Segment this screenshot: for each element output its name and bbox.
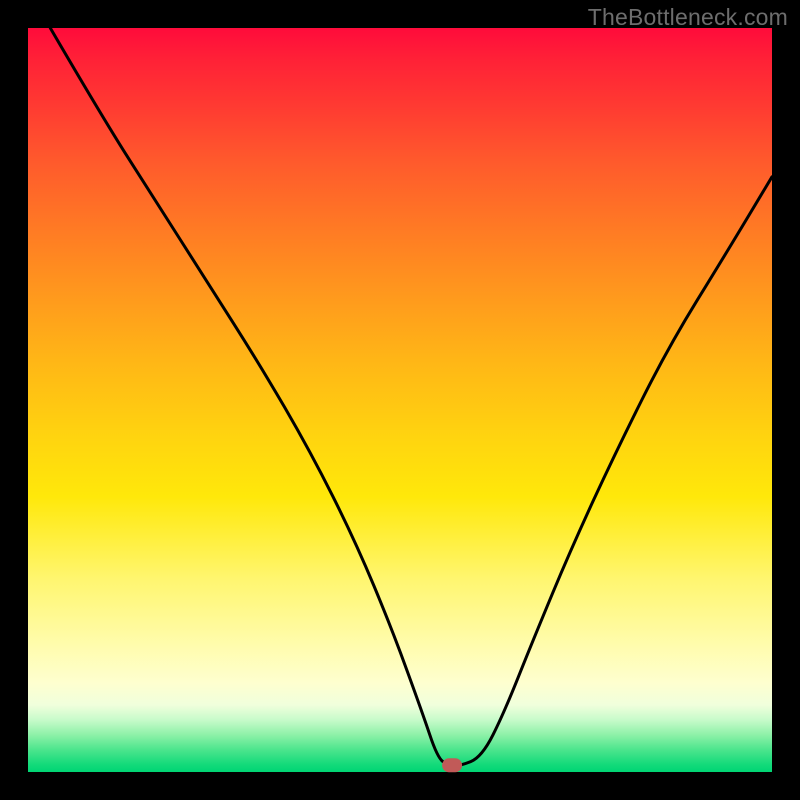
optimal-point-marker [442,758,462,772]
watermark-text: TheBottleneck.com [588,4,788,31]
bottleneck-curve [50,28,772,766]
chart-frame: TheBottleneck.com [0,0,800,800]
chart-overlay [28,28,772,772]
